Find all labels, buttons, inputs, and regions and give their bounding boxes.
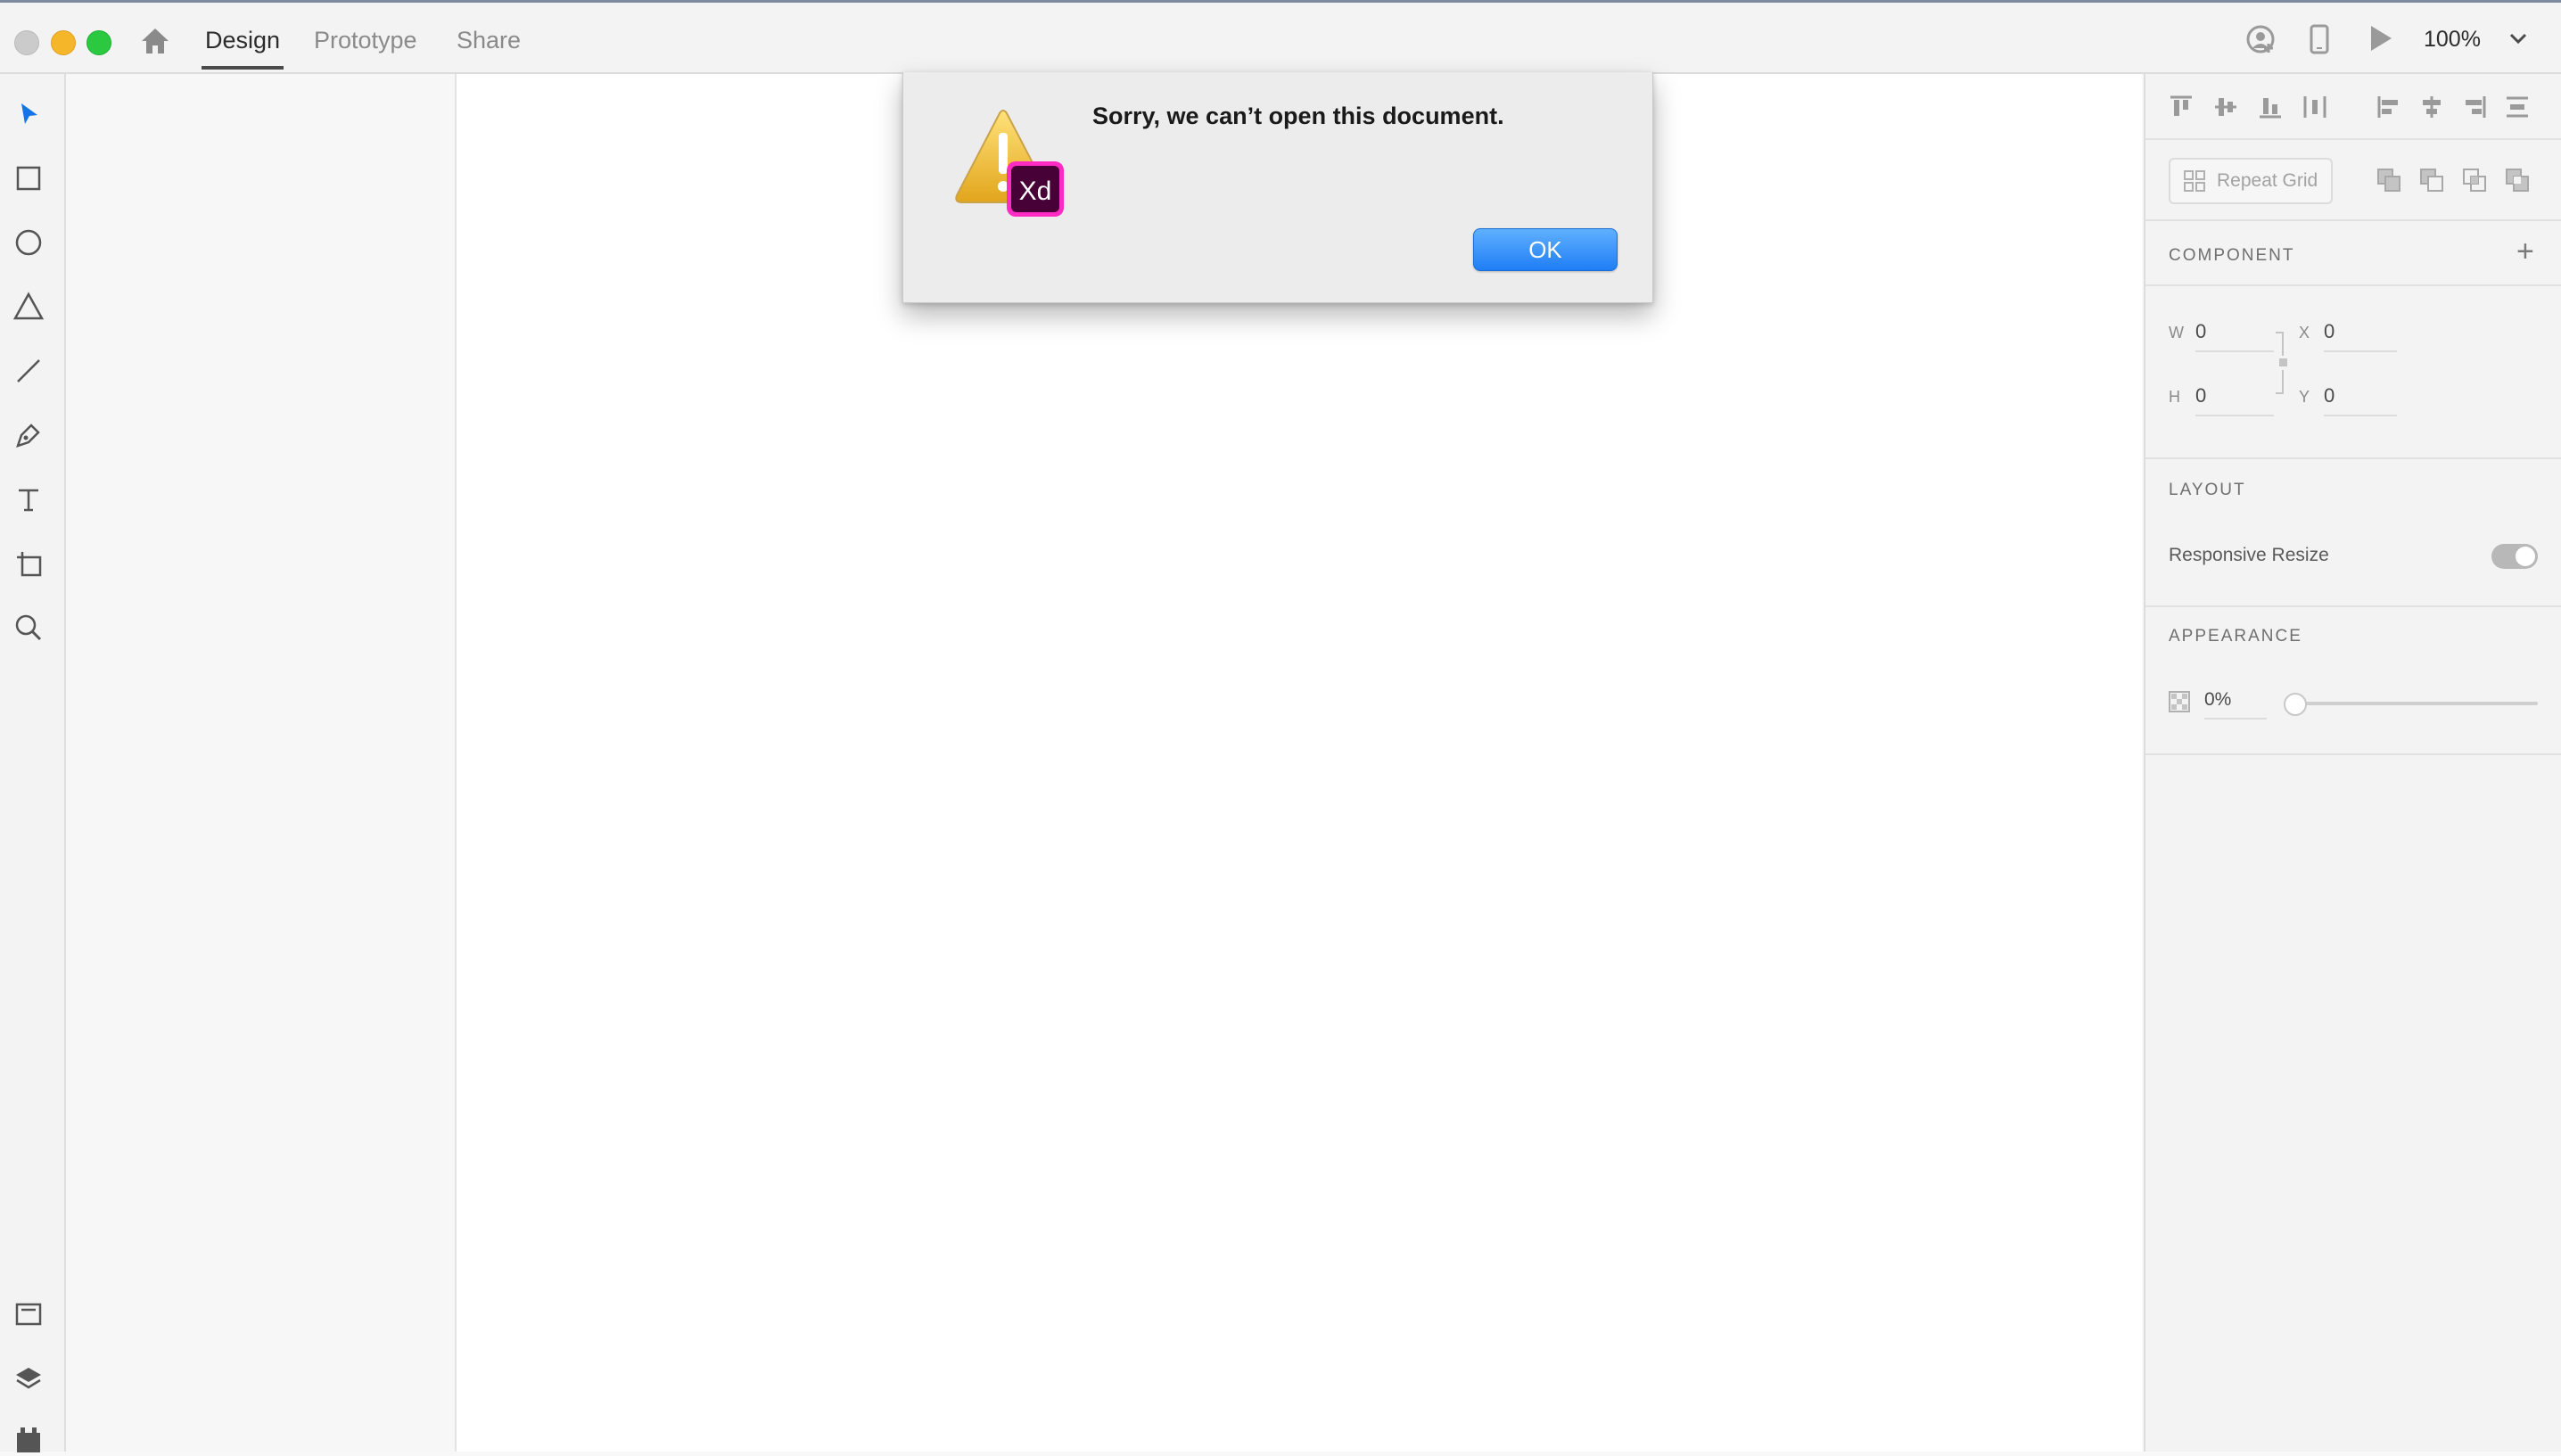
play-icon[interactable] bbox=[2368, 24, 2393, 53]
boolean-intersect-icon[interactable] bbox=[2461, 167, 2488, 193]
home-icon[interactable] bbox=[139, 26, 171, 56]
align-left-icon[interactable] bbox=[2376, 94, 2402, 120]
opacity-checker-icon bbox=[2169, 691, 2190, 712]
repeat-grid-button[interactable]: Repeat Grid bbox=[2169, 158, 2333, 204]
maximize-window-button[interactable] bbox=[86, 30, 111, 55]
component-section-title: COMPONENT bbox=[2169, 246, 2295, 265]
x-label: X bbox=[2299, 324, 2310, 341]
select-tool-icon[interactable] bbox=[12, 97, 45, 131]
width-label: W bbox=[2169, 324, 2184, 341]
layout-section-title: LAYOUT bbox=[2169, 481, 2246, 499]
zoom-level[interactable]: 100% bbox=[2424, 27, 2481, 53]
distribute-vertical-icon[interactable] bbox=[2504, 94, 2531, 120]
ok-button[interactable]: OK bbox=[1473, 228, 1618, 271]
layers-panel-icon[interactable] bbox=[12, 1361, 45, 1395]
boolean-subtract-icon[interactable] bbox=[2418, 167, 2445, 193]
divider bbox=[2145, 753, 2561, 755]
ellipse-tool-icon[interactable] bbox=[12, 226, 45, 259]
tab-prototype[interactable]: Prototype bbox=[314, 23, 417, 70]
align-middle-icon[interactable] bbox=[2212, 94, 2239, 120]
invite-user-icon[interactable] bbox=[2245, 24, 2276, 54]
left-toolbar bbox=[0, 74, 66, 1452]
opacity-slider-handle[interactable] bbox=[2284, 693, 2307, 716]
repeat-grid-icon bbox=[2184, 170, 2205, 192]
x-field[interactable]: 0 bbox=[2324, 320, 2397, 352]
opacity-field[interactable]: 0% bbox=[2204, 689, 2267, 720]
appearance-section-title: APPEARANCE bbox=[2169, 627, 2302, 646]
rectangle-tool-icon[interactable] bbox=[12, 161, 45, 195]
add-component-button[interactable]: + bbox=[2516, 234, 2534, 269]
repeat-grid-label: Repeat Grid bbox=[2217, 170, 2318, 191]
polygon-tool-icon[interactable] bbox=[12, 290, 45, 324]
title-bar: Design Prototype Share 100% bbox=[0, 3, 2561, 74]
align-center-icon[interactable] bbox=[2418, 94, 2445, 120]
plugins-panel-icon[interactable] bbox=[12, 1422, 45, 1456]
text-tool-icon[interactable] bbox=[12, 482, 45, 516]
dialog-message: Sorry, we can’t open this document. bbox=[1092, 103, 1504, 129]
toggle-knob bbox=[2516, 547, 2535, 566]
width-field[interactable]: 0 bbox=[2195, 320, 2274, 352]
divider bbox=[2145, 138, 2561, 140]
y-field[interactable]: 0 bbox=[2324, 384, 2397, 416]
xd-badge-text: Xd bbox=[1019, 177, 1052, 206]
align-bottom-icon[interactable] bbox=[2257, 94, 2284, 120]
align-right-icon[interactable] bbox=[2461, 94, 2488, 120]
zoom-tool-icon[interactable] bbox=[12, 611, 45, 645]
assets-panel-icon[interactable] bbox=[12, 1297, 45, 1331]
divider bbox=[2145, 457, 2561, 459]
align-top-icon[interactable] bbox=[2168, 94, 2195, 120]
responsive-resize-label: Responsive Resize bbox=[2169, 545, 2329, 565]
boolean-exclude-icon[interactable] bbox=[2504, 167, 2531, 193]
divider bbox=[2145, 284, 2561, 286]
lock-aspect-icon[interactable] bbox=[2274, 329, 2288, 397]
tab-design[interactable]: Design bbox=[201, 23, 284, 70]
warning-icon: Xd bbox=[955, 110, 1064, 217]
layers-panel bbox=[66, 74, 457, 1452]
error-dialog: Xd Sorry, we can’t open this document. O… bbox=[902, 72, 1653, 303]
height-label: H bbox=[2169, 388, 2180, 406]
height-field[interactable]: 0 bbox=[2195, 384, 2274, 416]
opacity-slider-track[interactable] bbox=[2292, 702, 2538, 705]
artboard-tool-icon[interactable] bbox=[12, 547, 45, 580]
minimize-window-button[interactable] bbox=[51, 30, 76, 55]
chevron-down-icon[interactable] bbox=[2507, 29, 2529, 47]
distribute-horizontal-icon[interactable] bbox=[2302, 94, 2328, 120]
close-window-button[interactable] bbox=[14, 30, 39, 55]
responsive-resize-toggle[interactable] bbox=[2491, 544, 2538, 569]
boolean-add-icon[interactable] bbox=[2376, 167, 2402, 193]
tab-share[interactable]: Share bbox=[457, 23, 521, 70]
divider bbox=[2145, 219, 2561, 221]
line-tool-icon[interactable] bbox=[12, 354, 45, 388]
device-preview-icon[interactable] bbox=[2310, 24, 2329, 54]
property-inspector: Repeat Grid COMPONENT + W 0 H 0 X 0 Y 0 … bbox=[2144, 74, 2561, 1452]
pen-tool-icon[interactable] bbox=[12, 418, 45, 452]
y-label: Y bbox=[2299, 388, 2310, 406]
divider bbox=[2145, 605, 2561, 607]
